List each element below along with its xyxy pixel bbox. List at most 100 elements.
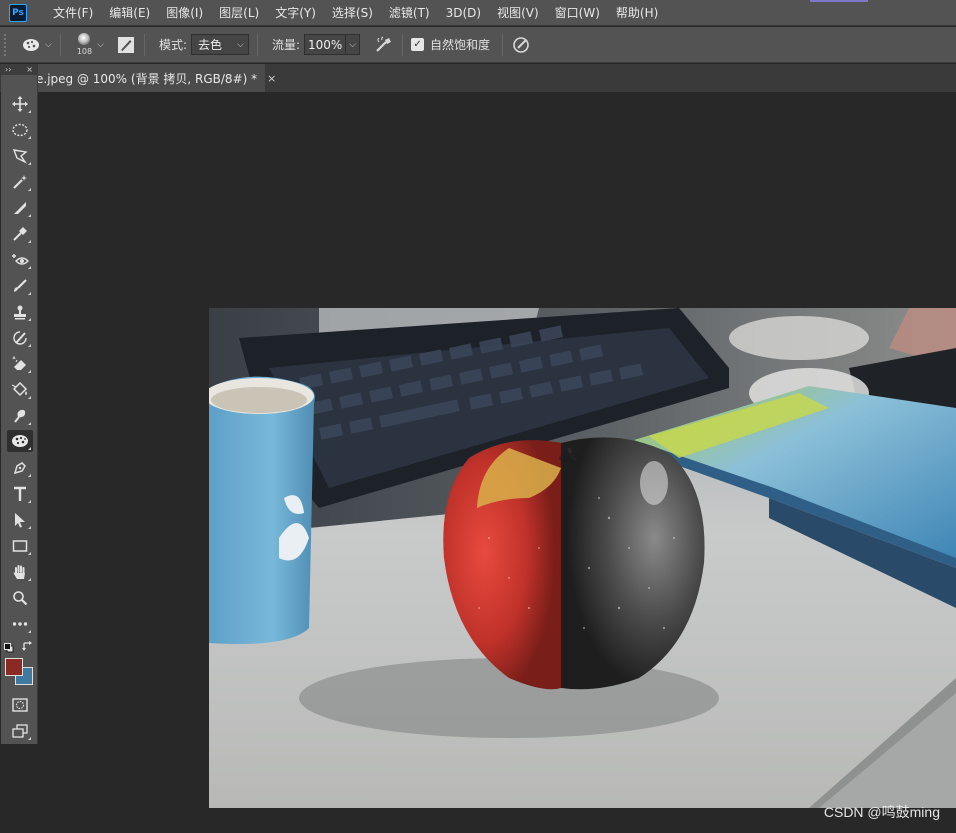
- brush-size-value: 108: [76, 47, 93, 56]
- zoom-tool[interactable]: [7, 587, 33, 609]
- clone-stamp-tool[interactable]: [7, 301, 33, 323]
- mode-label: 模式:: [158, 38, 187, 52]
- magic-wand-icon: [13, 175, 27, 189]
- more-tools[interactable]: [7, 613, 33, 635]
- history-brush-tool[interactable]: [7, 327, 33, 349]
- menu-view[interactable]: 视图(V): [489, 0, 547, 26]
- menu-3d[interactable]: 3D(D): [438, 0, 489, 26]
- eyedropper-tool[interactable]: [7, 223, 33, 245]
- flow-field[interactable]: 100% ⌵: [304, 34, 361, 55]
- toolbox: ›› ×: [1, 64, 38, 744]
- menu-type[interactable]: 文字(Y): [267, 0, 324, 26]
- pen-icon: [13, 462, 26, 475]
- airbrush-icon: [376, 36, 392, 52]
- chevron-down-icon: ⌵: [237, 39, 244, 50]
- close-icon[interactable]: ×: [26, 65, 33, 74]
- menu-layer[interactable]: 图层(L): [211, 0, 267, 26]
- pressure-button[interactable]: [511, 35, 531, 55]
- vibrance-label: 自然饱和度: [430, 38, 491, 52]
- menu-edit[interactable]: 编辑(E): [101, 0, 158, 26]
- menu-select[interactable]: 选择(S): [324, 0, 381, 26]
- hand-tool[interactable]: [7, 561, 33, 583]
- menu-window[interactable]: 窗口(W): [547, 0, 608, 26]
- smudge-tool[interactable]: [7, 405, 33, 427]
- vibrance-checkbox[interactable]: ✓: [411, 38, 425, 51]
- apple-photo: [209, 308, 956, 808]
- eraser-icon: [12, 356, 26, 370]
- quick-mask-button[interactable]: [7, 694, 33, 716]
- spot-healing-tool[interactable]: [7, 249, 33, 271]
- sponge-tool[interactable]: [7, 430, 33, 452]
- divider: [59, 33, 61, 56]
- screen-mode-button[interactable]: [7, 720, 33, 742]
- mode-value: 去色: [197, 38, 222, 52]
- elliptical-marquee-icon: [12, 123, 28, 137]
- menu-accent-bar: [810, 0, 868, 2]
- menu-file[interactable]: 文件(F): [45, 0, 101, 26]
- document-canvas[interactable]: [209, 308, 956, 808]
- paint-bucket-icon: [12, 382, 28, 397]
- chevron-down-icon: ⌵: [345, 35, 359, 54]
- move-tool[interactable]: [7, 93, 33, 115]
- type-tool[interactable]: [7, 483, 33, 505]
- divider: [402, 33, 404, 56]
- brush-tool[interactable]: [7, 275, 33, 297]
- brush-tip-icon: [78, 33, 91, 45]
- swap-colors-icon: [22, 641, 32, 651]
- airbrush-button[interactable]: [374, 35, 394, 55]
- lasso-tool[interactable]: [7, 145, 33, 167]
- pen-tool[interactable]: [7, 457, 33, 479]
- close-icon[interactable]: ×: [267, 72, 276, 85]
- rectangle-tool[interactable]: [7, 535, 33, 557]
- mode-select[interactable]: 去色 ⌵: [190, 34, 249, 55]
- tool-preset-picker[interactable]: ⌵: [22, 38, 52, 52]
- vibrance-checkbox-group[interactable]: ✓ 自然饱和度: [411, 36, 494, 53]
- type-icon: [14, 486, 26, 501]
- chevron-down-icon: ⌵: [97, 39, 104, 50]
- slice-icon: [14, 202, 26, 214]
- brush-preset-picker[interactable]: 108 ⌵: [73, 33, 104, 56]
- path-selection-tool[interactable]: [7, 509, 33, 531]
- pressure-icon: [513, 36, 529, 53]
- sponge-icon: [12, 435, 28, 447]
- watermark-text: CSDN @鸣鼓ming: [823, 804, 940, 820]
- toolbox-header: ›› ×: [1, 64, 37, 75]
- default-colors-button[interactable]: [4, 642, 14, 656]
- eyedropper-icon: [13, 227, 27, 241]
- menu-help[interactable]: 帮助(H): [608, 0, 666, 26]
- smudge-icon: [14, 409, 26, 423]
- brush-settings-icon: [117, 36, 134, 53]
- crop-tool[interactable]: [7, 197, 33, 219]
- divider: [502, 33, 504, 56]
- document-tab-title: e.jpeg @ 100% (背景 拷贝, RGB/8#) *: [36, 71, 258, 86]
- foreground-color-swatch[interactable]: [5, 658, 23, 676]
- quick-mask-icon: [12, 698, 28, 712]
- swap-colors-button[interactable]: [22, 641, 33, 655]
- menu-bar: Ps 文件(F) 编辑(E) 图像(I) 图层(L) 文字(Y) 选择(S) 滤…: [0, 0, 956, 26]
- options-grip[interactable]: [4, 33, 10, 56]
- menu-image[interactable]: 图像(I): [158, 0, 211, 26]
- screen-mode-icon: [12, 724, 28, 738]
- flow-label: 流量:: [271, 38, 301, 52]
- brush-settings-button[interactable]: [116, 35, 136, 55]
- expand-icon[interactable]: ››: [5, 65, 11, 74]
- hand-icon: [13, 565, 25, 579]
- photoshop-logo-icon[interactable]: Ps: [9, 3, 27, 22]
- red-eye-icon: [12, 254, 29, 265]
- document-tab-bar: e.jpeg @ 100% (背景 拷贝, RGB/8#) * ×: [0, 64, 956, 92]
- marquee-tool[interactable]: [7, 119, 33, 141]
- brush-size-preview: 108: [77, 33, 92, 56]
- magic-wand-tool[interactable]: [7, 171, 33, 193]
- menu-filter[interactable]: 滤镜(T): [381, 0, 438, 26]
- chevron-down-icon: ⌵: [45, 39, 52, 50]
- brush-icon: [14, 279, 27, 292]
- gradient-tool[interactable]: [7, 379, 33, 401]
- polygonal-lasso-icon: [12, 149, 28, 164]
- default-colors-icon: [4, 643, 14, 653]
- stamp-icon: [14, 305, 26, 320]
- eraser-tool[interactable]: [7, 353, 33, 375]
- move-icon: [12, 96, 28, 112]
- zoom-icon: [13, 591, 28, 606]
- document-tab[interactable]: e.jpeg @ 100% (背景 拷贝, RGB/8#) * ×: [35, 64, 276, 92]
- path-select-icon: [15, 513, 25, 528]
